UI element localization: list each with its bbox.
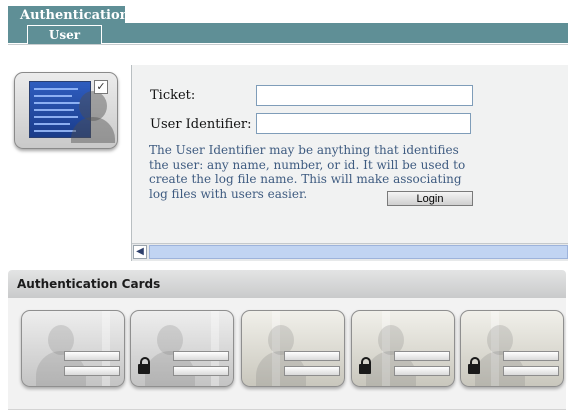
lock-icon: [138, 357, 150, 374]
scrollbar-thumb[interactable]: [149, 245, 568, 259]
card-field: [173, 351, 229, 361]
scroll-left-icon[interactable]: ◀: [133, 245, 147, 259]
auth-card-1[interactable]: [21, 310, 125, 387]
auth-card-2[interactable]: [130, 310, 234, 387]
card-field: [284, 351, 340, 361]
user-identifier-input[interactable]: [256, 113, 471, 134]
vertical-divider: [131, 65, 132, 261]
user-identifier-label: User Identifier:: [150, 117, 252, 132]
card-field: [64, 366, 120, 376]
auth-card-4[interactable]: [351, 310, 455, 387]
card-field: [394, 366, 450, 376]
card-field: [64, 351, 120, 361]
checkbox-check-icon: ✓: [94, 80, 108, 94]
card-field: [503, 366, 559, 376]
lock-icon: [468, 357, 480, 374]
card-field: [503, 351, 559, 361]
auth-card-5[interactable]: [460, 310, 564, 387]
ticket-label: Ticket:: [150, 88, 196, 103]
card-field: [173, 366, 229, 376]
card-field: [394, 351, 450, 361]
horizontal-scrollbar[interactable]: ◀: [132, 243, 568, 261]
lock-icon: [359, 357, 371, 374]
card-field: [284, 366, 340, 376]
tab-user-login[interactable]: User Login: [27, 25, 102, 61]
authentication-cards-header: Authentication Cards: [8, 270, 566, 298]
login-button[interactable]: Login: [387, 191, 473, 206]
ticket-input[interactable]: [256, 85, 473, 106]
tab-authentication[interactable]: Authentication: [8, 6, 129, 24]
user-login-icon: ✓: [14, 72, 118, 149]
panel-divider: [8, 44, 568, 45]
auth-card-3[interactable]: [241, 310, 345, 387]
